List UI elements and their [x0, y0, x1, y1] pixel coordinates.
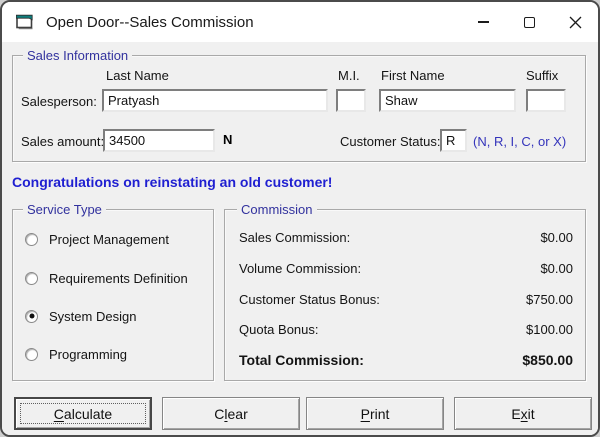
commission-row-quota-bonus: Quota Bonus: $100.00: [239, 322, 573, 337]
maximize-button[interactable]: [506, 2, 552, 42]
dialog-body: Sales Information Last Name M.I. First N…: [2, 42, 598, 435]
suffix-column-label: Suffix: [526, 68, 559, 83]
sales-amount-flag: N: [223, 132, 233, 147]
customer-status-hint: (N, R, I, C, or X): [473, 134, 567, 149]
commission-row-sales: Sales Commission: $0.00: [239, 230, 573, 245]
button-accel: C: [53, 405, 64, 422]
button-accel: P: [360, 405, 370, 422]
row-value: $850.00: [522, 352, 573, 368]
sales-amount-label: Sales amount:: [21, 134, 105, 149]
close-icon: [569, 16, 581, 28]
button-text: alculate: [63, 405, 113, 422]
radio-icon: [25, 309, 38, 323]
radio-label: System Design: [49, 308, 137, 324]
minimize-icon: [477, 21, 489, 23]
commission-group: Commission Sales Commission: $0.00 Volum…: [224, 202, 586, 381]
salesperson-label: Salesperson:: [21, 94, 97, 109]
radio-label: Requirements Definition: [49, 270, 188, 286]
mi-column-label: M.I.: [338, 68, 360, 83]
radio-project-management[interactable]: Project Management: [25, 231, 169, 247]
last-name-column-label: Last Name: [106, 68, 169, 83]
service-type-group: Service Type Project Management Requirem…: [12, 202, 214, 381]
minimize-button[interactable]: [460, 2, 506, 42]
print-button[interactable]: Print: [306, 397, 444, 430]
radio-icon: [25, 347, 38, 361]
commission-row-total: Total Commission: $850.00: [239, 352, 573, 368]
close-button[interactable]: [552, 2, 598, 42]
maximize-icon: [523, 16, 535, 28]
customer-status-field[interactable]: [440, 129, 467, 152]
first-name-column-label: First Name: [381, 68, 445, 83]
button-text: C: [214, 405, 225, 422]
row-label: Quota Bonus:: [239, 322, 319, 337]
sales-commission-window: Open Door--Sales Commission Sales Inform…: [0, 0, 600, 437]
button-accel: x: [520, 405, 528, 422]
first-name-field[interactable]: [379, 89, 516, 112]
calculate-button[interactable]: Calculate: [14, 397, 152, 430]
commission-caption: Commission: [237, 202, 317, 217]
last-name-field[interactable]: [102, 89, 328, 112]
clear-button[interactable]: Clear: [162, 397, 300, 430]
vb-form-icon: [16, 14, 33, 29]
row-label: Volume Commission:: [239, 261, 362, 276]
row-label: Sales Commission:: [239, 230, 351, 245]
service-type-caption: Service Type: [23, 202, 106, 217]
row-label: Customer Status Bonus:: [239, 292, 380, 307]
row-value: $0.00: [540, 261, 573, 276]
customer-status-label: Customer Status:: [340, 134, 441, 149]
radio-icon: [25, 232, 38, 246]
row-label: Total Commission:: [239, 352, 364, 368]
exit-button[interactable]: Exit: [454, 397, 592, 430]
commission-row-status-bonus: Customer Status Bonus: $750.00: [239, 292, 573, 307]
button-text: ear: [227, 405, 248, 422]
window-controls: [460, 2, 598, 42]
row-value: $750.00: [526, 292, 573, 307]
button-text: rint: [369, 405, 390, 422]
sales-information-group: Sales Information Last Name M.I. First N…: [12, 48, 586, 162]
radio-system-design[interactable]: System Design: [25, 308, 136, 324]
radio-programming[interactable]: Programming: [25, 346, 127, 362]
sales-amount-field[interactable]: [103, 129, 215, 152]
row-value: $100.00: [526, 322, 573, 337]
window-title: Open Door--Sales Commission: [46, 13, 254, 31]
row-value: $0.00: [540, 230, 573, 245]
radio-label: Project Management: [49, 231, 169, 247]
suffix-field[interactable]: [526, 89, 566, 112]
titlebar: Open Door--Sales Commission: [2, 2, 598, 42]
radio-requirements-definition[interactable]: Requirements Definition: [25, 270, 188, 286]
radio-label: Programming: [49, 346, 128, 362]
radio-icon: [25, 271, 38, 285]
mi-field[interactable]: [336, 89, 366, 112]
status-message: Congratulations on reinstating an old cu…: [12, 174, 333, 190]
button-text: it: [527, 405, 535, 422]
commission-row-volume: Volume Commission: $0.00: [239, 261, 573, 276]
sales-information-caption: Sales Information: [23, 48, 133, 63]
button-text: E: [511, 405, 521, 422]
